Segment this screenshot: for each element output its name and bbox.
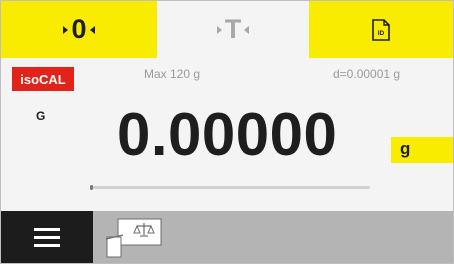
hamburger-icon [34, 227, 60, 231]
max-capacity-label: Max 120 g [144, 67, 201, 81]
id-card-icon: ID [372, 18, 390, 41]
tare-arrow-right-icon [216, 25, 222, 34]
weighing-mode-label: G [36, 109, 46, 123]
capacity-bar-fill [90, 185, 93, 190]
balance-screen: 0 T ID isoCAL Max 120 g d=0.00001 g G 0.… [0, 0, 454, 264]
hamburger-icon-bar [34, 235, 60, 239]
bottom-bar [1, 211, 453, 263]
isocal-label: isoCAL [20, 71, 66, 87]
tare-arrow-left-icon [244, 25, 250, 34]
capacity-bar [90, 185, 370, 190]
tare-button[interactable]: T [157, 1, 309, 58]
zero-button[interactable]: 0 [1, 1, 157, 58]
id-button[interactable]: ID [309, 1, 453, 58]
zero-arrow-left-icon [89, 25, 95, 34]
weight-value: 0.00000 [117, 101, 338, 168]
zero-button-label: 0 [71, 14, 87, 44]
unit-label: g [400, 139, 411, 158]
menu-button[interactable] [1, 211, 93, 263]
id-icon-label: ID [378, 30, 385, 37]
top-toolbar: 0 T ID [1, 1, 453, 58]
unit-button[interactable]: g [391, 137, 453, 163]
tare-button-label: T [224, 14, 242, 44]
readability-label: d=0.00001 g [333, 67, 401, 81]
zero-arrow-right-icon [63, 25, 69, 34]
balance-scale-icon[interactable] [104, 213, 164, 261]
isocal-badge[interactable]: isoCAL [12, 67, 74, 91]
hamburger-icon-bar [34, 243, 60, 247]
